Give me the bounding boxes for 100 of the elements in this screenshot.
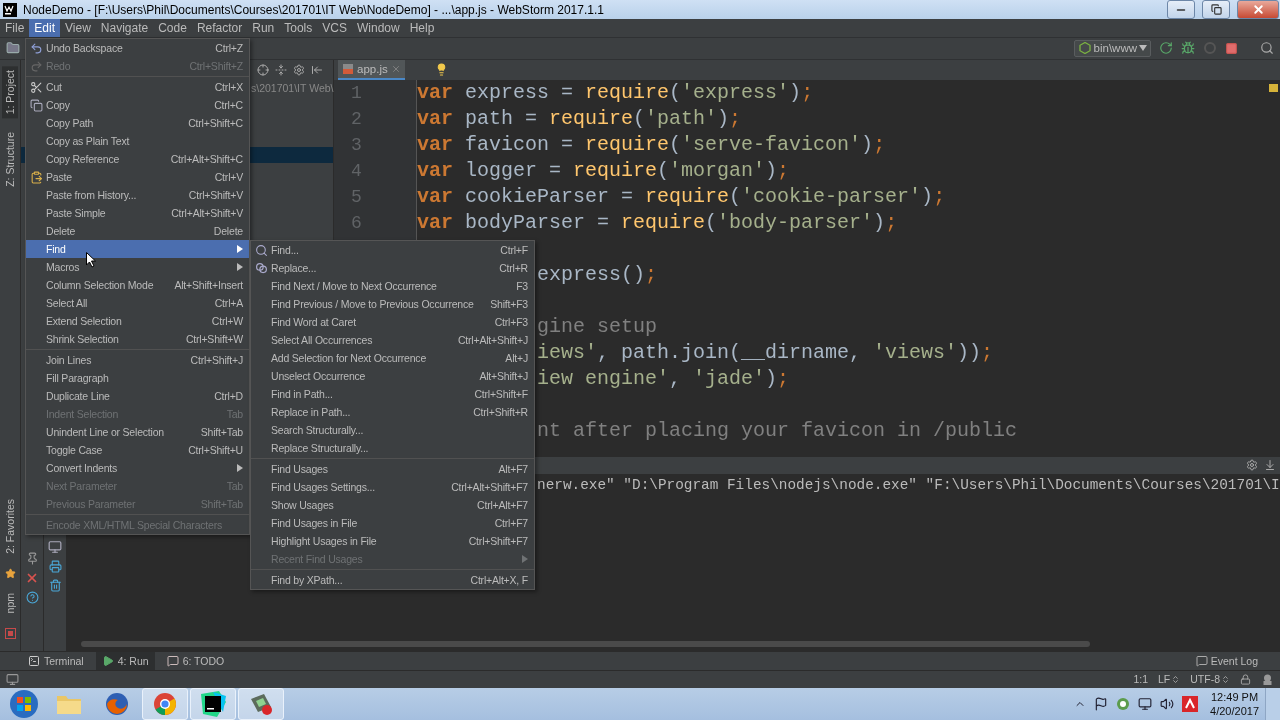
menu-item[interactable]: Find... Ctrl+F [251, 241, 534, 259]
menu-bar-item[interactable]: View [60, 19, 96, 37]
tool-window-tab[interactable]: npm [2, 589, 18, 618]
tool-tab[interactable]: 4: Run [95, 651, 155, 670]
inspector-icon[interactable] [1261, 672, 1274, 686]
menu-item[interactable]: Find by XPath... Ctrl+Alt+X, F [251, 571, 534, 589]
volume-icon[interactable] [1160, 697, 1175, 711]
close-button[interactable] [1237, 0, 1279, 20]
tool-window-tab[interactable]: 1: Project [2, 65, 18, 119]
menu-item[interactable]: Find in Path... Ctrl+Shift+F [251, 385, 534, 403]
network-icon[interactable] [1138, 697, 1153, 711]
menu-bar-item[interactable]: Tools [279, 19, 318, 37]
hide-icon[interactable] [1264, 459, 1276, 472]
settings-icon[interactable] [1246, 459, 1258, 472]
folder-icon[interactable] [6, 41, 20, 56]
menu-item[interactable]: Find Next / Move to Next Occurrence F3 [251, 277, 534, 295]
tool-window-tab[interactable]: Z: Structure [2, 128, 18, 191]
menu-item[interactable]: Find Previous / Move to Previous Occurrence Shift+F3 [251, 295, 534, 313]
collapse-icon[interactable] [275, 63, 287, 76]
menu-item[interactable]: Shrink Selection Ctrl+Shift+W [26, 330, 249, 348]
menu-item[interactable]: Paste Ctrl+V [26, 168, 249, 186]
bug-icon[interactable] [1181, 41, 1195, 56]
menu-item[interactable]: Find Word at Caret Ctrl+F3 [251, 313, 534, 331]
menu-bar-item[interactable]: Window [351, 19, 405, 37]
menu-item[interactable]: Select All Occurrences Ctrl+Alt+Shift+J [251, 331, 534, 349]
tool-window-tab[interactable]: 2: Favorites [2, 495, 18, 559]
search-icon[interactable] [1260, 41, 1274, 56]
shortcut-text: Ctrl+Z [214, 42, 243, 54]
hide-icon[interactable] [311, 63, 323, 76]
menu-item[interactable]: Show Usages Ctrl+Alt+F7 [251, 496, 534, 514]
menu-item[interactable]: Undo Backspace Ctrl+Z [26, 39, 249, 57]
flag-icon[interactable] [1094, 697, 1109, 711]
restore-button[interactable] [1202, 0, 1230, 20]
menu-bar-item[interactable]: Help [404, 19, 440, 37]
js-file-icon [342, 62, 354, 75]
menu-item[interactable]: Unselect Occurrence Alt+Shift+J [251, 367, 534, 385]
menu-item[interactable]: Paste from History... Ctrl+Shift+V [26, 186, 249, 204]
menu-item[interactable]: Copy Reference Ctrl+Alt+Shift+C [26, 150, 249, 168]
line-separator-selector[interactable]: LF [1158, 673, 1181, 686]
menu-bar-item[interactable]: Navigate [95, 19, 154, 37]
pin-icon[interactable] [25, 551, 39, 565]
menu-item[interactable]: Join Lines Ctrl+Shift+J [26, 351, 249, 369]
mouse-pointer-icon [86, 252, 96, 268]
menu-bar-item[interactable]: Run [247, 19, 280, 37]
trash-icon[interactable] [48, 578, 62, 592]
menu-bar-item[interactable]: File [0, 19, 30, 37]
clock[interactable]: 12:49 PM 4/20/2017 [1206, 690, 1263, 718]
stop-icon[interactable] [1225, 41, 1238, 55]
menu-bar-item[interactable]: Code [153, 19, 192, 37]
menu-item[interactable]: Highlight Usages in File Ctrl+Shift+F7 [251, 532, 534, 550]
shortcut-text: Alt+F7 [497, 463, 528, 475]
menu-item[interactable]: Find Usages in File Ctrl+F7 [251, 514, 534, 532]
menu-item[interactable]: Copy as Plain Text [26, 132, 249, 150]
menu-item[interactable]: Fill Paragraph [26, 369, 249, 387]
event-log-button[interactable]: Event Log [1195, 654, 1280, 667]
run-config-dropdown[interactable]: bin\www [1073, 39, 1151, 57]
monitor-icon[interactable] [6, 672, 19, 686]
menu-item[interactable]: Select All Ctrl+A [26, 294, 249, 312]
crosshair-icon[interactable] [257, 63, 269, 76]
antivirus-icon[interactable] [1182, 696, 1199, 712]
menu-item[interactable]: Paste Simple Ctrl+Alt+Shift+V [26, 204, 249, 222]
menu-bar-item[interactable]: VCS [317, 19, 352, 37]
tool-tab[interactable]: Terminal [22, 651, 90, 670]
menu-bar-item[interactable]: Edit [29, 19, 61, 37]
menu-item[interactable]: Replace Structurally... [251, 439, 534, 457]
print-icon[interactable] [48, 559, 62, 573]
help-icon[interactable] [25, 590, 39, 604]
menu-item[interactable]: Extend Selection Ctrl+W [26, 312, 249, 330]
lock-icon[interactable] [1240, 673, 1251, 685]
shortcut-text: Ctrl+D [213, 390, 243, 402]
menu-item[interactable]: Search Structurally... [251, 421, 534, 439]
settings-icon[interactable] [293, 63, 305, 76]
menu-item[interactable]: Convert Indents [26, 459, 249, 477]
menu-item[interactable]: Add Selection for Next Occurrence Alt+J [251, 349, 534, 367]
menu-item[interactable]: Cut Ctrl+X [26, 78, 249, 96]
rerun-icon[interactable] [1159, 41, 1173, 56]
taskbar-app[interactable] [190, 688, 236, 720]
menu-bar-item[interactable]: Refactor [191, 19, 248, 37]
menu-item[interactable]: Find Usages Settings... Ctrl+Alt+Shift+F7 [251, 478, 534, 496]
menu-item[interactable]: Replace in Path... Ctrl+Shift+R [251, 403, 534, 421]
menu-item[interactable]: Duplicate Line Ctrl+D [26, 387, 249, 405]
menu-item[interactable]: Find [26, 240, 249, 258]
editor-tab[interactable]: app.js [338, 59, 405, 80]
caret-position[interactable]: 1:1 [1133, 673, 1148, 686]
menu-item[interactable]: Delete Delete [26, 222, 249, 240]
minimize-button[interactable] [1167, 0, 1195, 20]
menu-item[interactable]: Copy Ctrl+C [26, 96, 249, 114]
menu-item[interactable]: Copy Path Ctrl+Shift+C [26, 114, 249, 132]
menu-item[interactable]: Find Usages Alt+F7 [251, 460, 534, 478]
code-line: iew engine', 'jade'); [537, 366, 790, 390]
submenu-arrow-icon [237, 464, 243, 472]
shortcut-text: Ctrl+F [499, 244, 528, 256]
menu-item[interactable]: Replace... Ctrl+R [251, 259, 534, 277]
menu-item[interactable]: Column Selection Mode Alt+Shift+Insert [26, 276, 249, 294]
tool-tab[interactable]: 6: TODO [160, 651, 231, 670]
menu-item[interactable]: Unindent Line or Selection Shift+Tab [26, 423, 249, 441]
menu-item[interactable]: Macros [26, 258, 249, 276]
shortcut-text: F3 [515, 280, 528, 292]
encoding-selector[interactable]: UTF-8 [1190, 673, 1230, 686]
menu-item[interactable]: Toggle Case Ctrl+Shift+U [26, 441, 249, 459]
